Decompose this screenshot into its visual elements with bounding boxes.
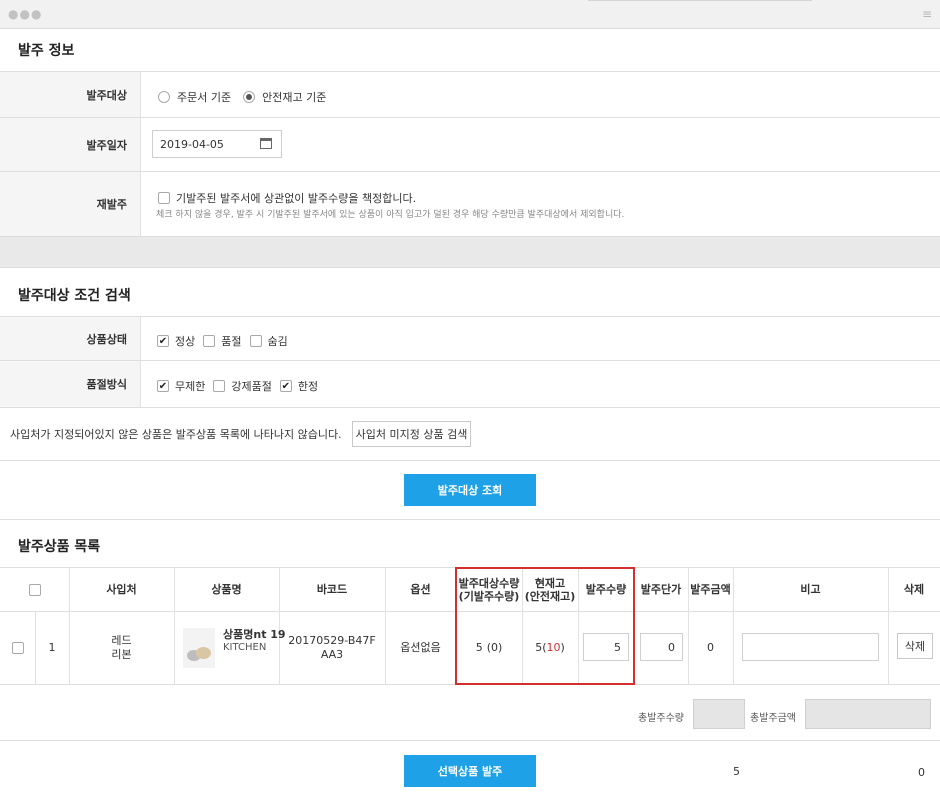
header-select-all: [0, 568, 69, 611]
order-date-input[interactable]: 2019-04-05: [152, 130, 282, 158]
divider: [0, 460, 940, 461]
hamburger-icon[interactable]: ≡: [922, 7, 932, 21]
product-status-options: ✔ 정상 품절 숨김: [157, 333, 288, 349]
row-supplier-line1: 레드: [111, 634, 132, 647]
row-amount: 0: [707, 641, 714, 654]
method-forced-soldout-label[interactable]: 강제품절: [231, 378, 271, 394]
calendar-icon[interactable]: [260, 138, 272, 149]
divider: [0, 117, 940, 118]
total-qty-label: 총발주수량: [638, 713, 684, 724]
row-supplier: 레드 리본: [69, 612, 174, 684]
status-normal-checkbox[interactable]: ✔: [157, 335, 169, 347]
order-info-title: 발주 정보: [18, 43, 75, 59]
window-dots: ●●●: [8, 7, 43, 21]
select-all-checkbox[interactable]: [28, 583, 41, 596]
row-barcode-line2: AA3: [320, 648, 344, 661]
row-select: [0, 612, 35, 684]
memo-input[interactable]: [742, 633, 879, 661]
unit-price-input[interactable]: 0: [640, 633, 683, 661]
header-unit-price: 발주단가: [640, 583, 682, 596]
header-barcode: 바코드: [316, 583, 348, 596]
order-target-options: 주문서 기준 안전재고 기준: [158, 89, 326, 105]
row-option: 옵션없음: [400, 641, 441, 654]
row-barcode-line1: 20170529-B47F: [288, 634, 376, 647]
col-line: [174, 568, 175, 684]
divider: [0, 360, 940, 361]
reorder-label: 재발주: [0, 172, 141, 236]
radio-order-basis[interactable]: [158, 91, 170, 103]
radio-safety-stock-basis-label[interactable]: 안전재고 기준: [262, 89, 326, 105]
thumbnail-shape: [196, 647, 211, 659]
highlight-box: [455, 567, 635, 685]
method-unlimited-checkbox[interactable]: ✔: [157, 380, 169, 392]
divider: [0, 316, 940, 317]
unassigned-supplier-search-button[interactable]: 사입처 미지정 상품 검색: [352, 421, 471, 447]
method-unlimited-label[interactable]: 무제한: [175, 378, 205, 394]
total-amount-field: [805, 699, 931, 729]
radio-safety-stock-basis[interactable]: [243, 91, 256, 103]
total-amount-label: 총발주금액: [750, 713, 796, 724]
section-spacer: [0, 236, 940, 268]
reorder-checkbox-label[interactable]: 기발주된 발주서에 상관없이 발주수량을 책정합니다.: [176, 190, 416, 206]
divider: [0, 740, 940, 741]
reorder-checkbox[interactable]: [158, 192, 170, 204]
row-product-name-cell: 상품명nt 19 KITCHEN: [223, 628, 286, 654]
reorder-option: 기발주된 발주서에 상관없이 발주수량을 책정합니다.: [158, 190, 416, 206]
method-limited-label[interactable]: 한정: [298, 378, 318, 394]
search-section-title: 발주대상 조건 검색: [18, 288, 131, 304]
order-target-label: 발주대상: [0, 72, 141, 117]
header-delete: 삭제: [903, 583, 925, 596]
divider: [0, 407, 940, 408]
total-qty-field: [693, 699, 745, 729]
divider: [0, 519, 940, 520]
product-status-label: 상품상태: [0, 317, 141, 360]
radio-order-basis-label[interactable]: 주문서 기준: [177, 89, 231, 105]
status-hidden-checkbox[interactable]: [249, 335, 262, 347]
order-selected-button[interactable]: 선택상품 발주: [404, 755, 536, 787]
status-soldout-label[interactable]: 품절: [221, 333, 241, 349]
order-date-value: 2019-04-05: [160, 137, 224, 151]
status-normal-label[interactable]: 정상: [175, 333, 195, 349]
delete-row-button[interactable]: 삭제: [897, 633, 933, 659]
footer-amount: 0: [918, 766, 925, 779]
soldout-method-options: ✔ 무제한 강제품절 ✔ 한정: [157, 378, 318, 394]
soldout-method-label: 품절방식: [0, 361, 141, 407]
status-hidden-label[interactable]: 숨김: [268, 333, 288, 349]
header-product-name: 상품명: [211, 583, 242, 596]
supplier-note: 사입처가 지정되어있지 않은 상품은 발주상품 목록에 나타나지 않습니다.: [10, 428, 342, 441]
footer-qty: 5: [733, 765, 740, 778]
titlebar-line: [588, 0, 812, 1]
header-memo: 비고: [800, 583, 821, 596]
product-list-title: 발주상품 목록: [18, 539, 101, 555]
product-thumbnail[interactable]: [183, 628, 215, 668]
divider: [0, 71, 940, 72]
reorder-note: 체크 하지 않을 경우, 발주 시 기발주된 발주서에 있는 상품이 아직 입고…: [156, 210, 625, 220]
header-amount: 발주금액: [690, 583, 731, 596]
row-product-sub: KITCHEN: [223, 642, 267, 653]
order-date-label: 발주일자: [0, 118, 141, 171]
row-barcode: 20170529-B47F AA3: [279, 612, 385, 684]
window-titlebar: ●●● ≡: [0, 0, 940, 29]
row-number: 1: [48, 641, 56, 654]
row-checkbox[interactable]: [11, 642, 24, 654]
method-forced-soldout-checkbox[interactable]: [213, 380, 226, 392]
order-target-search-button[interactable]: 발주대상 조회: [404, 474, 536, 506]
method-limited-checkbox[interactable]: ✔: [279, 380, 292, 392]
header-option: 옵션: [410, 583, 431, 596]
status-soldout-checkbox[interactable]: [203, 335, 216, 347]
col-line: [733, 568, 734, 684]
col-line: [888, 568, 889, 684]
divider: [0, 171, 940, 172]
row-supplier-line2: 리본: [111, 648, 132, 661]
header-supplier: 사입처: [106, 583, 137, 596]
row-product-name[interactable]: 상품명nt 19: [223, 628, 286, 641]
